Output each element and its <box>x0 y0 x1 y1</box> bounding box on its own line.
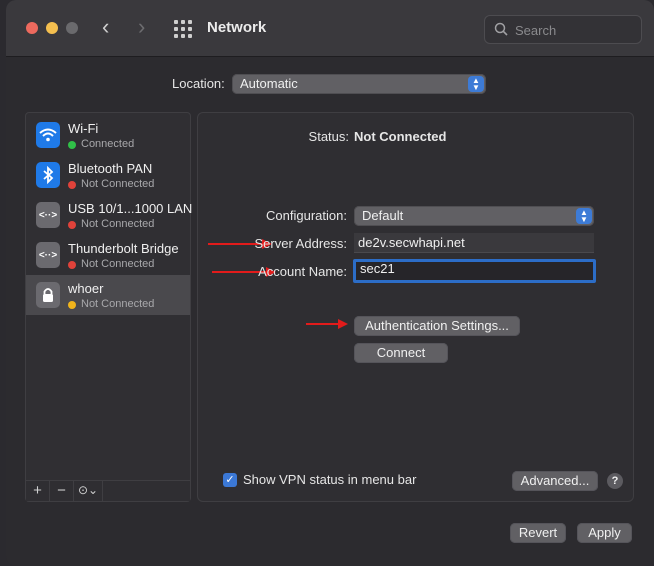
status-dot <box>68 221 76 229</box>
service-status: Not Connected <box>68 178 154 190</box>
apply-button[interactable]: Apply <box>577 523 632 543</box>
server-address-field[interactable]: de2v.secwhapi.net <box>354 233 594 253</box>
search-field[interactable] <box>484 15 642 44</box>
updown-chevron-icon: ▲ ▼ <box>468 76 484 92</box>
service-item-bluetooth-pan[interactable]: Bluetooth PAN Not Connected <box>26 155 190 195</box>
advanced-button[interactable]: Advanced... <box>512 471 598 491</box>
authentication-settings-button[interactable]: Authentication Settings... <box>354 316 520 336</box>
status-dot <box>68 301 76 309</box>
location-label: Location: <box>172 76 225 91</box>
status-dot <box>68 181 76 189</box>
service-item-usb-lan[interactable]: <··> USB 10/1...1000 LAN Not Connected <box>26 195 193 235</box>
revert-button[interactable]: Revert <box>510 523 566 543</box>
service-item-whoer[interactable]: whoer Not Connected <box>26 275 190 315</box>
ethernet-icon: <··> <box>36 202 60 228</box>
add-service-button[interactable]: + <box>26 481 50 501</box>
forward-chevron-icon[interactable]: › <box>138 14 145 40</box>
service-name: Bluetooth PAN <box>68 161 153 176</box>
location-popup[interactable]: Automatic ▲ ▼ <box>232 74 486 94</box>
service-status: Not Connected <box>68 218 154 230</box>
wifi-icon <box>36 122 60 148</box>
show-vpn-status-checkbox[interactable]: ✓ <box>223 473 237 487</box>
lock-icon <box>36 282 60 308</box>
configuration-label: Configuration: <box>266 208 347 223</box>
configuration-popup[interactable]: Default ▲ ▼ <box>354 206 594 226</box>
location-value: Automatic <box>240 76 298 91</box>
service-list: Wi-Fi Connected Bluetooth PAN Not Connec… <box>25 112 193 502</box>
service-status: Not Connected <box>68 298 154 310</box>
minimize-button[interactable] <box>46 22 58 34</box>
service-item-wifi[interactable]: Wi-Fi Connected <box>26 115 190 155</box>
network-preferences-window: ‹ › Network Location: Automatic ▲▼ <box>6 0 654 566</box>
server-address-label: Server Address: <box>254 236 348 251</box>
search-icon <box>494 22 508 36</box>
service-name: Wi-Fi <box>68 121 99 136</box>
detail-panel: Status: Not Connected Configuration: Def… <box>197 112 634 502</box>
service-item-thunderbolt-bridge[interactable]: <··> Thunderbolt Bridge Not Connected <box>26 235 190 275</box>
status-value: Not Connected <box>354 129 447 144</box>
status-label: Status: <box>308 129 349 144</box>
ethernet-icon: <··> <box>36 242 60 268</box>
connect-button[interactable]: Connect <box>354 343 448 363</box>
close-button[interactable] <box>26 22 38 34</box>
service-status: Not Connected <box>68 258 154 270</box>
show-vpn-status-label: Show VPN status in menu bar <box>243 472 417 487</box>
zoom-button[interactable] <box>66 22 78 34</box>
window-title: Network <box>207 19 267 36</box>
show-all-grid-icon[interactable] <box>174 20 192 38</box>
status-dot <box>68 141 76 149</box>
service-name: Thunderbolt Bridge <box>68 241 179 256</box>
status-dot <box>68 261 76 269</box>
action-menu-button[interactable]: ⊙⌄ <box>74 481 103 501</box>
account-name-label: Account Name: <box>258 264 347 279</box>
bluetooth-icon <box>36 162 60 188</box>
service-name: whoer <box>68 281 104 296</box>
service-name: USB 10/1...1000 LAN <box>68 201 193 216</box>
title-bar: ‹ › Network <box>6 0 654 57</box>
updown-chevron-icon: ▲ ▼ <box>576 208 592 224</box>
service-status: Connected <box>68 138 134 150</box>
remove-service-button[interactable]: − <box>50 481 74 501</box>
search-input[interactable] <box>513 20 637 40</box>
back-chevron-icon[interactable]: ‹ <box>102 14 109 40</box>
service-list-toolbar: + − ⊙⌄ <box>26 480 190 501</box>
help-button[interactable]: ? <box>607 473 623 489</box>
configuration-value: Default <box>362 208 404 223</box>
annotation-arrow <box>306 319 348 329</box>
account-name-field[interactable]: sec21 <box>353 259 596 283</box>
